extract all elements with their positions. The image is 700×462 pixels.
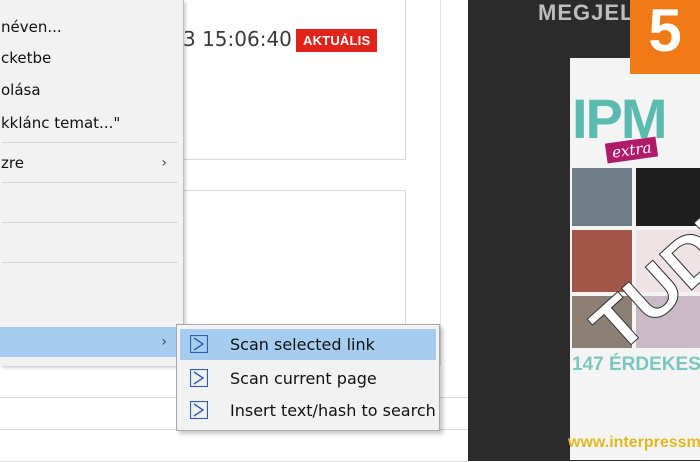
menu-item-send-to[interactable]: zre ›	[0, 148, 183, 178]
cover-photo	[572, 168, 632, 226]
magazine-url[interactable]: www.interpressma	[568, 434, 700, 452]
menu-item-label: zre	[1, 154, 24, 172]
virustotal-submenu: Scan selected link Scan current page Ins…	[176, 324, 440, 431]
menu-item-label: kklánc temat..."	[1, 114, 121, 132]
menu-item-play[interactable]: olása	[0, 75, 183, 105]
submenu-item-label: Scan selected link	[230, 335, 375, 354]
issue-number-badge: 5	[630, 0, 700, 74]
sigma-icon	[190, 401, 208, 419]
submenu-item-label: Scan current page	[230, 369, 377, 388]
menu-item-save-as[interactable]: néven...	[0, 12, 183, 42]
menu-item-label: cketbe	[1, 49, 52, 67]
menu-item-label: néven...	[1, 18, 62, 36]
submenu-item-insert-hash[interactable]: Insert text/hash to search	[180, 395, 436, 426]
list-item[interactable]	[0, 430, 468, 462]
sigma-icon	[190, 369, 208, 387]
submenu-item-scan-link[interactable]: Scan selected link	[180, 329, 436, 360]
sigma-icon	[190, 335, 208, 353]
menu-separator	[2, 262, 178, 263]
article-timestamp: 3 15:06:40	[183, 27, 292, 51]
menu-item-virustotal[interactable]: ›	[0, 327, 183, 357]
menu-item-label: olása	[1, 81, 41, 99]
menu-separator	[2, 142, 178, 143]
submenu-item-label: Insert text/hash to search	[230, 401, 436, 420]
menu-item-link-topic[interactable]: kklánc temat..."	[0, 108, 183, 138]
chevron-right-icon: ›	[161, 155, 167, 171]
cover-tagline: 147 ÉRDEKESSÉG	[572, 354, 700, 375]
menu-item-pocket[interactable]: cketbe	[0, 43, 183, 73]
magazine-cover[interactable]: IPM extra TUDT 147 ÉRDEKESSÉG	[570, 58, 700, 460]
article-card-secondary[interactable]	[182, 190, 406, 330]
context-menu: néven... cketbe olása kklánc temat..." z…	[0, 0, 184, 366]
menu-separator	[2, 182, 178, 183]
submenu-item-scan-page[interactable]: Scan current page	[180, 363, 436, 394]
article-card[interactable]	[182, 0, 406, 160]
status-badge[interactable]: AKTUÁLIS	[296, 29, 378, 52]
chevron-right-icon: ›	[161, 334, 167, 350]
magazine-sidebar[interactable]: MEGJELE IPM extra TUDT 147 ÉRDEKESSÉG ww…	[468, 0, 700, 461]
menu-separator	[2, 222, 178, 223]
